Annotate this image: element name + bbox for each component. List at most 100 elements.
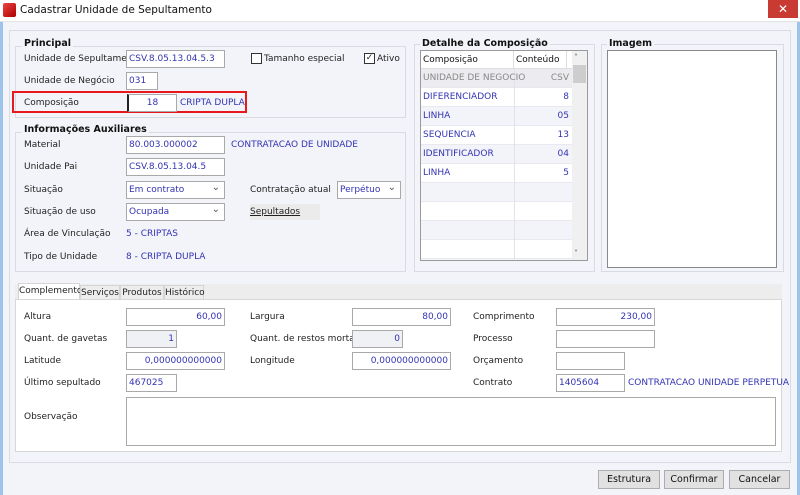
gavetas-input[interactable]: 1 <box>126 330 177 348</box>
tab-complemento[interactable]: Complemento <box>18 283 82 300</box>
contratacao-value: Perpétuo <box>340 185 381 195</box>
cancelar-button[interactable]: Cancelar <box>729 470 790 489</box>
cell-composicao: IDENTIFICADOR <box>423 149 494 159</box>
table-row[interactable] <box>421 183 573 202</box>
table-row[interactable] <box>421 221 573 240</box>
cell-conteudo: 13 <box>557 130 569 140</box>
cell-divider <box>514 221 515 240</box>
cell-divider <box>514 145 515 164</box>
pai-input[interactable]: CSV.8.05.13.04.5 <box>126 158 225 176</box>
ativo-label: Ativo <box>377 54 400 64</box>
altura-label: Altura <box>24 312 52 322</box>
cell-divider <box>514 183 515 202</box>
obs-textarea[interactable] <box>126 397 776 446</box>
cell-composicao: LINHA <box>423 168 451 178</box>
scroll-up-icon[interactable]: ˄ <box>574 53 578 62</box>
window-border-left <box>0 22 3 495</box>
material-input[interactable]: 80.003.000002 <box>126 136 225 154</box>
gavetas-label: Quant. de gavetas <box>24 334 108 344</box>
cell-divider <box>514 126 515 145</box>
table-row[interactable]: LINHA 05 <box>421 107 573 126</box>
tamanho-especial-label: Tamanho especial <box>264 54 345 64</box>
uso-select[interactable]: Ocupada <box>126 203 225 221</box>
cell-divider <box>514 240 515 259</box>
situacao-label: Situação <box>24 185 63 195</box>
comprimento-label: Comprimento <box>473 312 535 322</box>
column-header-composicao[interactable]: Composição <box>421 51 514 69</box>
restos-input[interactable]: 0 <box>352 330 403 348</box>
table-row[interactable] <box>421 240 573 259</box>
processo-input[interactable] <box>556 330 655 348</box>
largura-input[interactable]: 80,00 <box>352 308 451 326</box>
cell-composicao: UNIDADE DE NEGOCIO <box>423 73 526 83</box>
cell-composicao: SEQUENCIA <box>423 130 476 140</box>
latitude-label: Latitude <box>24 356 62 366</box>
principal-title: Principal <box>22 38 74 49</box>
ultimo-label: Último sepultado <box>24 378 101 388</box>
image-box <box>607 50 777 268</box>
cell-divider <box>514 88 515 107</box>
altura-input[interactable]: 60,00 <box>126 308 225 326</box>
pai-label: Unidade Pai <box>24 162 78 172</box>
scroll-down-icon[interactable]: ˅ <box>574 249 578 258</box>
composicao-desc: CRIPTA DUPLA <box>180 98 245 108</box>
tab-historico[interactable]: Histórico <box>164 285 205 300</box>
comprimento-input[interactable]: 230,00 <box>556 308 655 326</box>
cell-composicao: DIFERENCIADOR <box>423 92 498 102</box>
table-row[interactable]: DIFERENCIADOR 8 <box>421 88 573 107</box>
orcamento-label: Orçamento <box>473 356 524 366</box>
scroll-thumb[interactable] <box>573 65 586 83</box>
restos-label: Quant. de restos mortais <box>250 334 362 344</box>
uso-value: Ocupada <box>129 207 170 217</box>
situacao-select[interactable]: Em contrato <box>126 181 225 199</box>
cell-divider <box>514 164 515 183</box>
table-row[interactable]: LINHA 5 <box>421 164 573 183</box>
tipo-value: 8 - CRIPTA DUPLA <box>126 252 206 262</box>
material-desc: CONTRATACAO DE UNIDADE <box>231 140 358 150</box>
tab-servicos[interactable]: Serviços <box>80 285 120 300</box>
area-label: Área de Vinculação <box>24 229 111 239</box>
ativo-checkbox[interactable]: ✓ <box>364 53 375 64</box>
contratacao-label: Contratação atual <box>250 185 331 195</box>
tipo-label: Tipo de Unidade <box>24 252 98 262</box>
contrato-desc: CONTRATACAO UNIDADE PERPETUA <box>628 378 790 388</box>
largura-label: Largura <box>250 312 285 322</box>
table-row[interactable]: UNIDADE DE NEGOCIO CSV <box>421 69 573 88</box>
table-row[interactable] <box>421 202 573 221</box>
uso-label: Situação de uso <box>24 207 96 217</box>
sepultados-link[interactable]: Sepultados <box>250 204 320 220</box>
grid-scrollbar[interactable]: ˄ ˅ <box>572 51 587 260</box>
longitude-input[interactable]: 0,000000000000 <box>352 352 451 370</box>
ultimo-input[interactable]: 467025 <box>126 374 177 392</box>
contrato-label: Contrato <box>473 378 513 388</box>
confirmar-button[interactable]: Confirmar <box>664 470 724 489</box>
orcamento-input[interactable] <box>556 352 625 370</box>
contratacao-select[interactable]: Perpétuo <box>337 181 401 199</box>
tab-produtos[interactable]: Produtos <box>120 285 164 300</box>
composicao-input[interactable]: 18 <box>127 94 177 112</box>
tamanho-especial-checkbox[interactable] <box>251 53 262 64</box>
aux-title: Informações Auxiliares <box>22 124 149 135</box>
cell-divider <box>514 202 515 221</box>
composicao-label: Composição <box>24 98 79 108</box>
table-row[interactable]: IDENTIFICADOR 04 <box>421 145 573 164</box>
cell-conteudo: 04 <box>557 149 569 159</box>
column-header-conteudo[interactable]: Conteúdo <box>514 51 567 69</box>
composicao-grid: Composição Conteúdo UNIDADE DE NEGOCIO CS… <box>420 50 588 261</box>
cell-conteudo: 05 <box>557 111 569 121</box>
cell-conteudo: 5 <box>563 168 569 178</box>
estrutura-button[interactable]: Estrutura <box>598 470 660 489</box>
latitude-input[interactable]: 0,000000000000 <box>126 352 225 370</box>
processo-label: Processo <box>473 334 513 344</box>
table-row[interactable]: SEQUENCIA 13 <box>421 126 573 145</box>
cell-composicao: LINHA <box>423 111 451 121</box>
cell-conteudo: CSV <box>550 73 569 83</box>
negocio-input[interactable]: 031 <box>126 72 158 90</box>
window-title: Cadastrar Unidade de Sepultamento <box>20 4 212 16</box>
contrato-input[interactable]: 1405604 <box>556 374 625 392</box>
unidade-input[interactable]: CSV.8.05.13.04.5.3 <box>126 50 225 68</box>
detalhe-title: Detalhe da Composição <box>420 38 550 49</box>
cell-conteudo: 8 <box>563 92 569 102</box>
close-button[interactable]: ✕ <box>768 0 798 18</box>
area-value: 5 - CRIPTAS <box>126 229 178 239</box>
